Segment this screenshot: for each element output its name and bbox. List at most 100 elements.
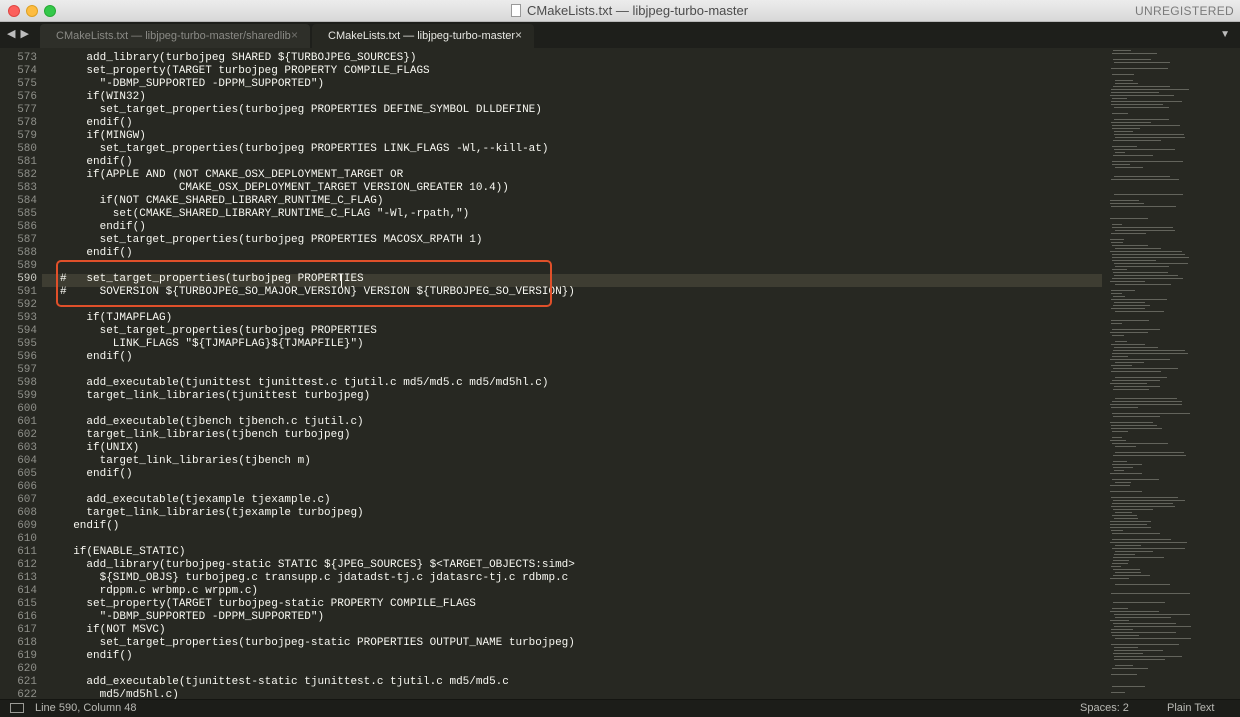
minimap-line (1114, 470, 1124, 471)
tab-bar: ◀ ▶ CMakeLists.txt — libjpeg-turbo-maste… (0, 22, 1240, 48)
back-arrow-icon[interactable]: ◀ (7, 28, 16, 40)
minimap-line (1115, 152, 1125, 153)
panel-toggle-icon[interactable] (10, 703, 24, 713)
minimap-line (1114, 302, 1145, 303)
code-line: set_target_properties(turbojpeg-static P… (60, 637, 575, 649)
minimap-line (1113, 140, 1161, 141)
minimap-line (1115, 545, 1141, 546)
minimap-line (1111, 428, 1162, 429)
minimap-line (1110, 611, 1159, 612)
minimap-line (1113, 50, 1131, 51)
line-number: 606 (17, 481, 37, 493)
minimap-line (1115, 572, 1141, 573)
minimap-line (1114, 650, 1163, 651)
minimap-line (1113, 509, 1153, 510)
window-title: CMakeLists.txt — libjpeg-turbo-master (527, 3, 749, 18)
close-icon[interactable]: × (515, 28, 522, 42)
forward-arrow-icon[interactable]: ▶ (21, 28, 30, 40)
minimap-line (1110, 95, 1174, 96)
minimap-line (1115, 284, 1171, 285)
line-number: 595 (17, 338, 37, 350)
line-number: 614 (17, 585, 37, 597)
minimap-line (1112, 353, 1188, 354)
minimap-line (1113, 575, 1150, 576)
line-number: 603 (17, 442, 37, 454)
minimap-line (1112, 431, 1128, 432)
tab-cmakelists-active[interactable]: CMakeLists.txt — libjpeg-turbo-master × (312, 24, 534, 48)
minimap-line (1111, 308, 1145, 309)
minimap-line (1114, 131, 1133, 132)
line-number: 613 (17, 572, 37, 584)
code-line: endif() (60, 247, 133, 259)
minimap-line (1110, 440, 1126, 441)
code-line: set_target_properties(turbojpeg PROPERTI… (60, 143, 549, 155)
line-number: 575 (17, 78, 37, 90)
syntax-selector[interactable]: Plain Text (1167, 702, 1215, 714)
minimap-line (1115, 230, 1175, 231)
close-icon[interactable]: × (291, 28, 298, 42)
minimap-line (1111, 644, 1179, 645)
minimap-line (1111, 365, 1132, 366)
line-number: 582 (17, 169, 37, 181)
line-number: 581 (17, 156, 37, 168)
code-line: endif() (60, 117, 133, 129)
code-editor[interactable]: add_library(turbojpeg SHARED ${TURBOJPEG… (42, 48, 1102, 699)
window-minimize-button[interactable] (26, 5, 38, 17)
minimap-line (1111, 371, 1161, 372)
minimap-line (1115, 446, 1136, 447)
line-number: 578 (17, 117, 37, 129)
tab-sharedlib-cmakelists[interactable]: CMakeLists.txt — libjpeg-turbo-master/sh… (40, 24, 310, 48)
minimap-line (1110, 404, 1182, 405)
code-line: target_link_libraries(tjbench m) (60, 455, 311, 467)
minimap-line (1115, 137, 1185, 138)
line-number: 619 (17, 650, 37, 662)
minimap-line (1111, 497, 1178, 498)
line-number: 620 (17, 663, 37, 675)
minimap-line (1113, 602, 1165, 603)
line-number: 617 (17, 624, 37, 636)
code-line: ${SIMD_OBJS} turbojpeg.c transupp.c jdat… (60, 572, 569, 584)
status-bar: Line 590, Column 48 Spaces: 2 Plain Text (0, 699, 1240, 717)
line-number: 607 (17, 494, 37, 506)
code-line: add_executable(tjbench tjbench.c tjutil.… (60, 416, 364, 428)
tab-dropdown-icon[interactable]: ▼ (1220, 29, 1230, 40)
code-line: endif() (60, 221, 146, 233)
minimap-line (1113, 557, 1164, 558)
minimap-line (1111, 104, 1163, 105)
window-zoom-button[interactable] (44, 5, 56, 17)
minimap-line (1113, 560, 1129, 561)
minimap-line (1113, 272, 1168, 273)
minimap-line (1112, 668, 1148, 669)
minimap-line (1112, 608, 1128, 609)
minimap-line (1112, 437, 1122, 438)
minimap-line (1111, 122, 1151, 123)
minimap[interactable] (1102, 48, 1240, 699)
line-number: 621 (17, 676, 37, 688)
minimap-line (1111, 290, 1135, 291)
minimap-line (1110, 521, 1151, 522)
minimap-line (1112, 278, 1183, 279)
minimap-line (1113, 623, 1176, 624)
minimap-line (1113, 461, 1127, 462)
code-line: endif() (60, 520, 120, 532)
minimap-line (1114, 149, 1175, 150)
line-number: 588 (17, 247, 37, 259)
minimap-line (1115, 167, 1143, 168)
minimap-line (1112, 74, 1134, 75)
minimap-line (1111, 68, 1168, 69)
minimap-line (1113, 350, 1185, 351)
minimap-line (1114, 647, 1138, 648)
line-number: 611 (17, 546, 37, 558)
minimap-line (1114, 626, 1191, 627)
minimap-line (1112, 686, 1145, 687)
minimap-line (1114, 347, 1158, 348)
code-line: add_executable(tjunittest-static tjunitt… (60, 676, 509, 688)
tab-label: CMakeLists.txt — libjpeg-turbo-master/sh… (56, 30, 291, 42)
line-number: 594 (17, 325, 37, 337)
minimap-line (1115, 80, 1133, 81)
code-line: endif() (60, 468, 133, 480)
indentation-setting[interactable]: Spaces: 2 (1080, 702, 1129, 714)
minimap-line (1112, 635, 1139, 636)
minimap-line (1110, 218, 1148, 219)
window-close-button[interactable] (8, 5, 20, 17)
